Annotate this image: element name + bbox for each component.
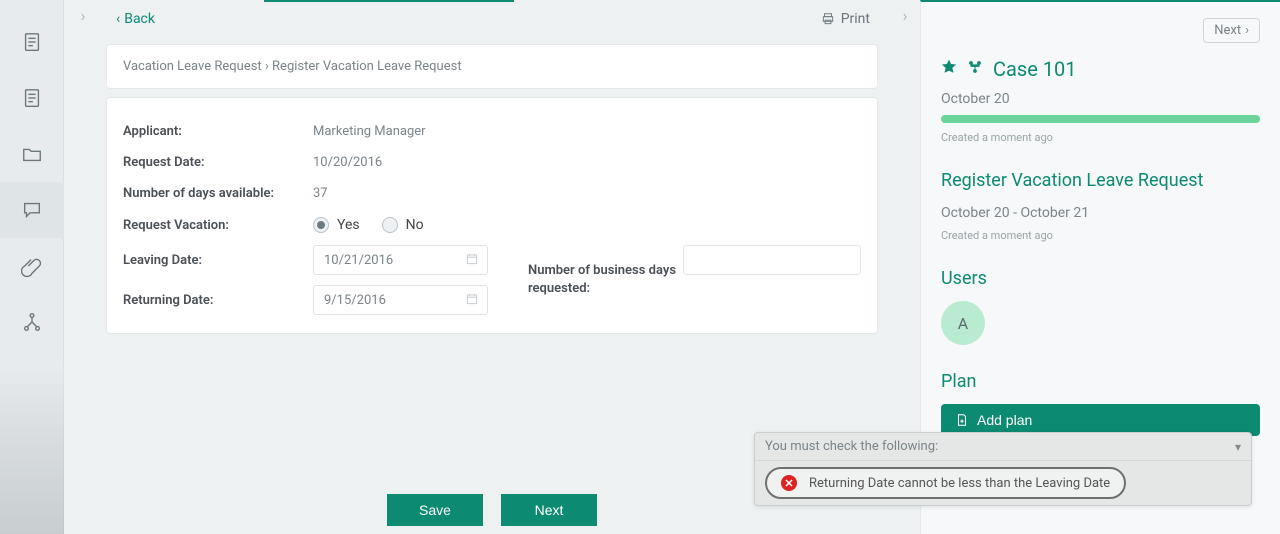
caret-down-icon: ▾ <box>1235 440 1241 454</box>
add-plan-label: Add plan <box>977 412 1032 428</box>
next-nav-label: Next <box>1214 23 1241 38</box>
print-label: Print <box>841 11 870 27</box>
radio-no-label: No <box>406 217 424 233</box>
step-title: Register Vacation Leave Request <box>941 170 1260 191</box>
returning-date-input[interactable]: 9/15/2016 <box>313 285 488 315</box>
days-available-label: Number of days available: <box>123 186 313 201</box>
bizdays-input[interactable] <box>683 245 861 275</box>
returning-date-value: 9/15/2016 <box>324 293 386 308</box>
sidebar-comment-icon[interactable] <box>0 182 64 238</box>
star-icon[interactable] <box>941 59 957 79</box>
sidebar-bg <box>0 364 64 534</box>
radio-yes-label: Yes <box>337 217 360 233</box>
radio-dot-icon <box>313 217 329 233</box>
step-meta: Created a moment ago <box>941 229 1260 242</box>
print-link[interactable]: Print <box>821 11 896 27</box>
request-date-value: 10/20/2016 <box>313 155 382 170</box>
radio-dot-icon <box>382 217 398 233</box>
save-button[interactable]: Save <box>387 494 483 526</box>
toast-head-text: You must check the following: <box>765 439 938 454</box>
users-title: Users <box>941 268 1260 289</box>
toast-head[interactable]: You must check the following: ▾ <box>755 433 1251 461</box>
sidebar-doc2-icon[interactable] <box>0 70 64 126</box>
days-available-value: 37 <box>313 186 328 201</box>
top-row: › ‹ Back Print › <box>64 2 920 36</box>
request-vacation-label: Request Vacation: <box>123 218 313 233</box>
radio-yes[interactable]: Yes <box>313 217 360 233</box>
case-meta: Created a moment ago <box>941 131 1260 144</box>
request-date-label: Request Date: <box>123 155 313 170</box>
expand-right-icon[interactable]: › <box>896 6 914 25</box>
avatar-initial: A <box>958 314 968 333</box>
leaving-date-input[interactable]: 10/21/2016 <box>313 245 488 275</box>
back-link[interactable]: ‹ Back <box>88 11 155 27</box>
back-label: Back <box>124 11 155 27</box>
avatar[interactable]: A <box>941 301 985 345</box>
validation-toast: You must check the following: ▾ ✕ Return… <box>754 432 1252 506</box>
leaving-date-label: Leaving Date: <box>123 253 313 268</box>
applicant-label: Applicant: <box>123 124 313 139</box>
sidebar-folder-icon[interactable] <box>0 126 64 182</box>
chevron-left-icon: ‹ <box>116 11 120 27</box>
applicant-value: Marketing Manager <box>313 124 426 139</box>
case-progress-bar <box>941 115 1260 123</box>
breadcrumb-current: Register Vacation Leave Request <box>272 59 462 74</box>
case-title: Case 101 <box>993 57 1077 81</box>
chevron-right-icon: › <box>1245 23 1249 38</box>
next-button[interactable]: Next <box>501 494 597 526</box>
branch-icon[interactable] <box>967 59 983 79</box>
case-header: Case 101 <box>941 57 1260 81</box>
next-nav-button[interactable]: Next › <box>1203 18 1260 43</box>
error-icon: ✕ <box>781 475 797 491</box>
breadcrumb-sep: › <box>262 59 272 74</box>
leaving-date-value: 10/21/2016 <box>324 253 393 268</box>
left-sidebar <box>0 0 64 534</box>
sidebar-attachment-icon[interactable] <box>0 238 64 294</box>
calendar-icon[interactable] <box>465 252 479 270</box>
calendar-icon[interactable] <box>465 292 479 310</box>
breadcrumb: Vacation Leave Request › Register Vacati… <box>106 44 878 89</box>
sidebar-workflow-icon[interactable] <box>0 294 64 350</box>
form-card: Applicant: Marketing Manager Request Dat… <box>106 97 878 334</box>
radio-no[interactable]: No <box>382 217 424 233</box>
bizdays-label: Number of business days requested: <box>528 262 683 298</box>
step-daterange: October 20 - October 21 <box>941 205 1260 221</box>
toast-message: Returning Date cannot be less than the L… <box>809 476 1110 491</box>
printer-icon <box>821 12 835 26</box>
case-date: October 20 <box>941 91 1260 107</box>
toast-item[interactable]: ✕ Returning Date cannot be less than the… <box>765 467 1126 499</box>
sidebar-doc1-icon[interactable] <box>0 14 64 70</box>
expand-left-icon[interactable]: › <box>74 6 92 25</box>
returning-date-label: Returning Date: <box>123 293 313 308</box>
breadcrumb-parent[interactable]: Vacation Leave Request <box>123 59 262 74</box>
file-plus-icon <box>955 413 969 427</box>
plan-title: Plan <box>941 371 1260 392</box>
